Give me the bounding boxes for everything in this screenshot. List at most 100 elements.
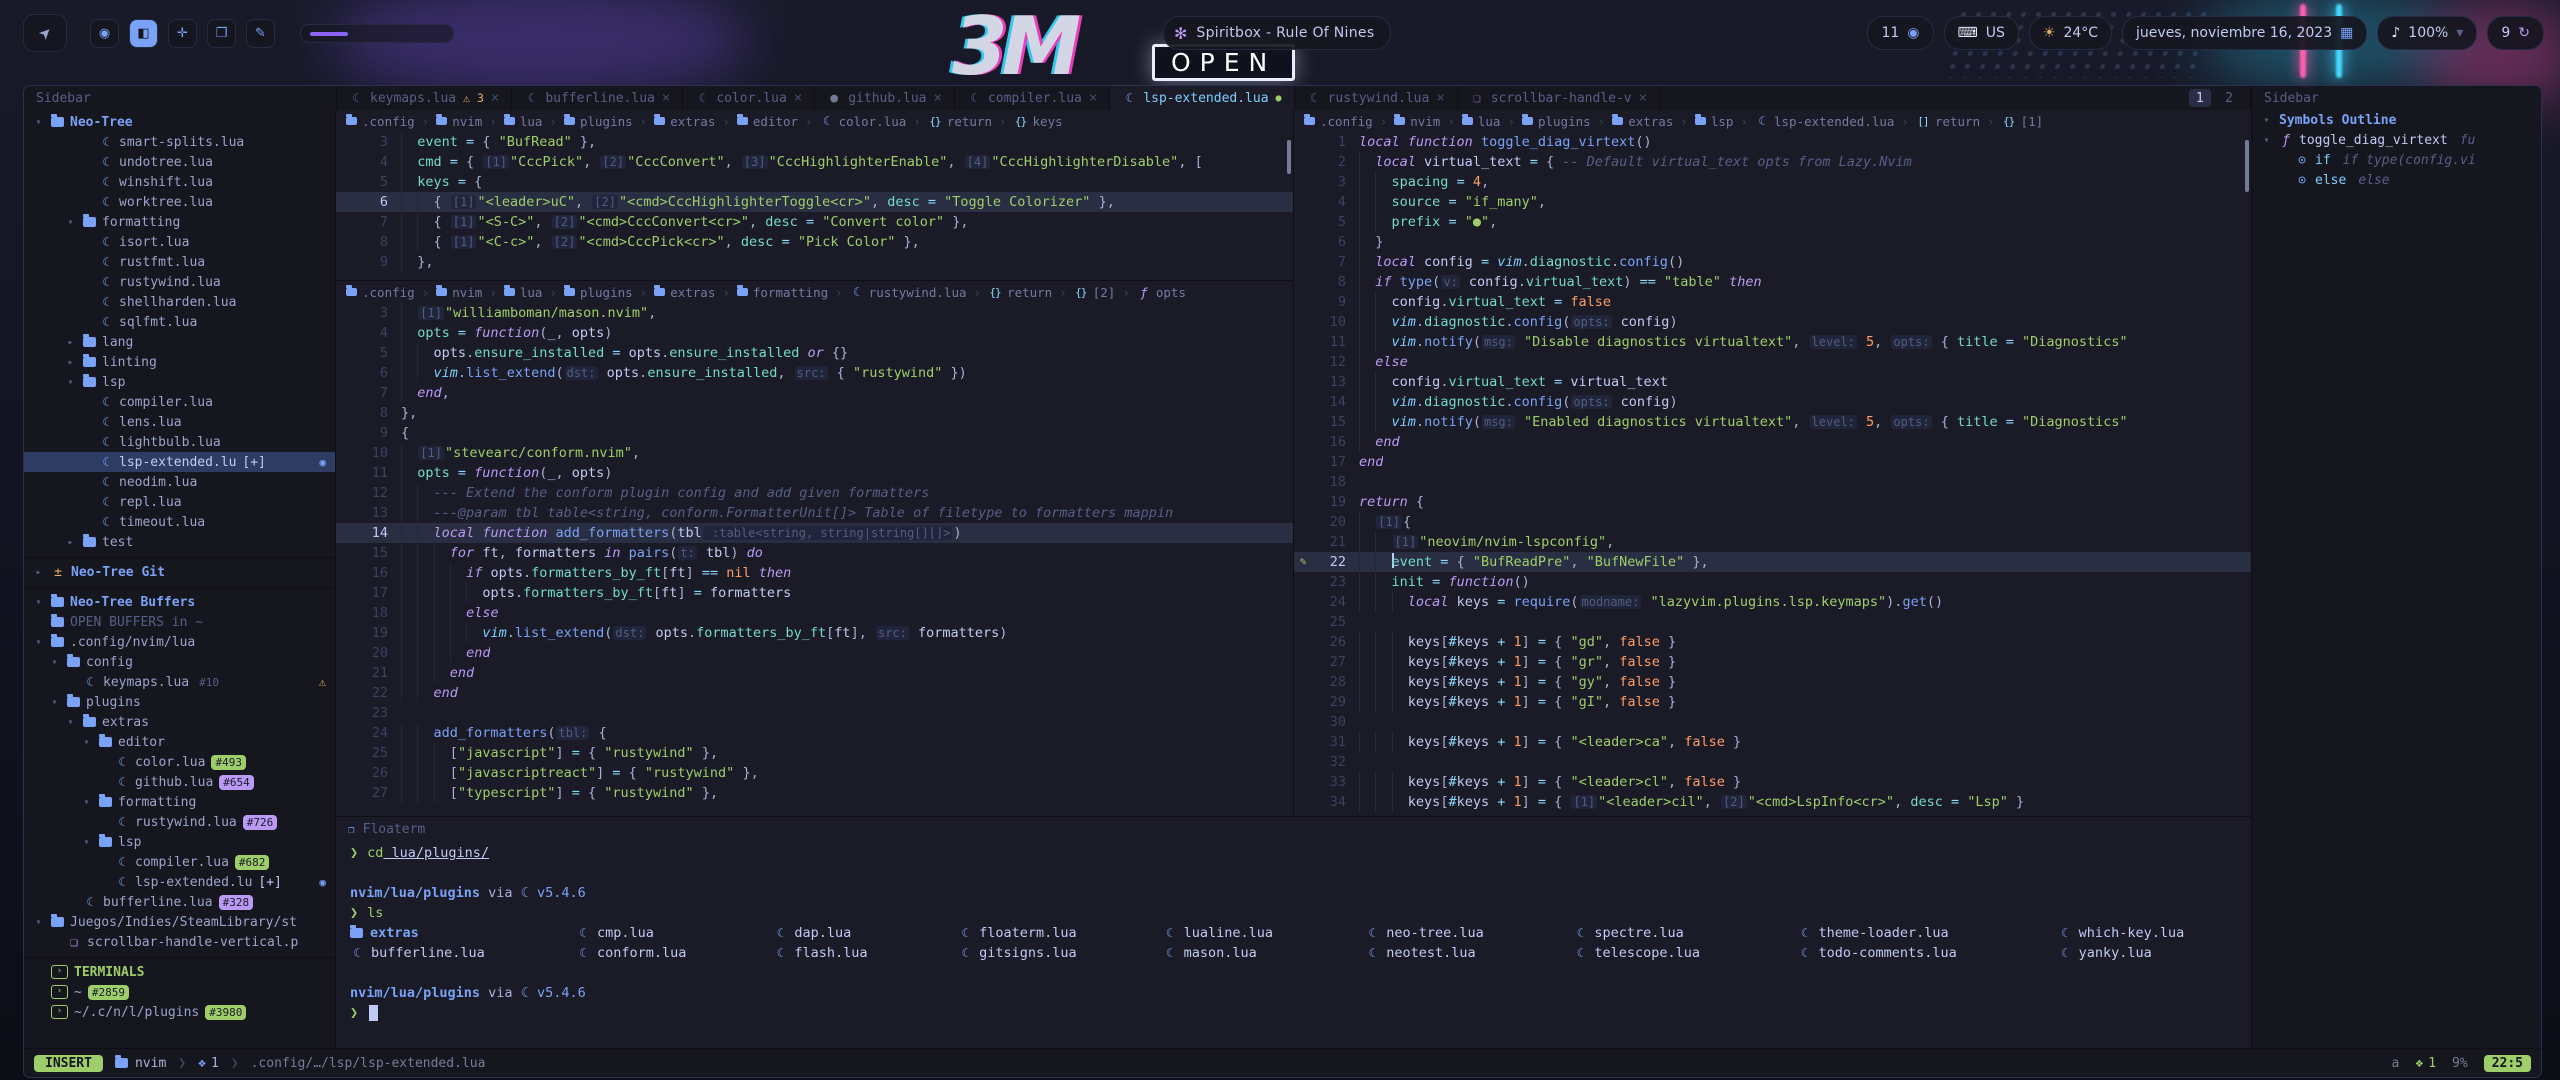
- breadcrumb-item[interactable]: lsp: [1695, 114, 1734, 129]
- breadcrumb-item[interactable]: nvim: [436, 285, 482, 300]
- editor-pane-lsp-extended[interactable]: .config›nvim›lua›plugins›extras›lsp›☾lsp…: [1294, 110, 2251, 816]
- tab-close-icon[interactable]: ×: [1639, 90, 1647, 106]
- tree-item[interactable]: ☾bufferline.lua#328: [24, 892, 335, 912]
- tree-item[interactable]: ☾winshift.lua: [24, 172, 335, 192]
- file-item[interactable]: ☾gitsigns.lua: [958, 943, 1162, 963]
- tree-item[interactable]: ☾smart-splits.lua: [24, 132, 335, 152]
- breadcrumb-item[interactable]: {}[2]: [1074, 285, 1116, 300]
- breadcrumb-item[interactable]: []return: [1916, 114, 1980, 129]
- tree-item[interactable]: ▸test: [24, 532, 335, 552]
- outline-header[interactable]: ▾ Symbols Outline: [2252, 110, 2541, 130]
- slider-thumb[interactable]: [310, 32, 348, 36]
- tree-item[interactable]: ☾compiler.lua: [24, 392, 335, 412]
- tree-item[interactable]: ▾editor: [24, 732, 335, 752]
- breadcrumb-item[interactable]: {}return: [928, 114, 992, 129]
- tree-item[interactable]: ▾.config/nvim/lua: [24, 632, 335, 652]
- tree-item[interactable]: ☾rustfmt.lua: [24, 252, 335, 272]
- breadcrumb-item[interactable]: .config: [346, 114, 415, 129]
- tabpage-2[interactable]: 2: [2218, 89, 2240, 107]
- tab-lsp-extended.lua[interactable]: ☾lsp-extended.lua●: [1110, 86, 1294, 110]
- tree-item[interactable]: ☾color.lua#493: [24, 752, 335, 772]
- tree-item[interactable]: ▸lang: [24, 332, 335, 352]
- neotree-header-git[interactable]: ▸±Neo-Tree Git: [24, 562, 335, 582]
- tab-close-icon[interactable]: ×: [794, 90, 802, 106]
- tree-item[interactable]: ▸linting: [24, 352, 335, 372]
- neotree-header-terminals[interactable]: ›TERMINALS: [24, 962, 335, 982]
- file-item[interactable]: ☾bufferline.lua: [350, 943, 576, 963]
- file-item[interactable]: ☾theme-loader.lua: [1798, 923, 2058, 943]
- windows-button[interactable]: ❐: [207, 19, 236, 48]
- date-widget[interactable]: jueves, noviembre 16, 2023 ▦: [2122, 16, 2367, 50]
- breadcrumb-item[interactable]: .config: [1304, 114, 1373, 129]
- breadcrumb-item[interactable]: formatting: [737, 285, 828, 300]
- tree-item[interactable]: ☾lsp-extended.lu[+]◉: [24, 452, 335, 472]
- tab-color.lua[interactable]: ☾color.lua×: [683, 86, 815, 110]
- scrollbar[interactable]: [1287, 140, 1291, 174]
- breadcrumb-item[interactable]: extras: [1612, 114, 1673, 129]
- tree-item[interactable]: ▾extras: [24, 712, 335, 732]
- layout-button[interactable]: ◧: [129, 19, 158, 48]
- tree-item[interactable]: ☾sqlfmt.lua: [24, 312, 335, 332]
- tree-item[interactable]: ☾rustywind.lua: [24, 272, 335, 292]
- file-item[interactable]: ☾neo-tree.lua: [1365, 923, 1573, 943]
- neotree-header-files[interactable]: ▾Neo-Tree: [24, 112, 335, 132]
- breadcrumb-item[interactable]: lua: [1462, 114, 1501, 129]
- tree-item[interactable]: OPEN BUFFERS in ~: [24, 612, 335, 632]
- breadcrumb-item[interactable]: ☾lsp-extended.lua: [1755, 114, 1894, 129]
- tab-scrollbar-handle-v[interactable]: ❏scrollbar-handle-v×: [1458, 86, 1660, 110]
- tree-item[interactable]: ❏scrollbar-handle-vertical.p: [24, 932, 335, 952]
- tree-item[interactable]: ☾lightbulb.lua: [24, 432, 335, 452]
- tab-keymaps.lua[interactable]: ☾keymaps.lua⚠ 3×: [337, 86, 512, 110]
- breadcrumb-item[interactable]: extras: [654, 285, 715, 300]
- scrollbar[interactable]: [2245, 140, 2249, 192]
- file-item[interactable]: ☾spectre.lua: [1573, 923, 1797, 943]
- breadcrumb-item[interactable]: {}keys: [1014, 114, 1063, 129]
- file-item[interactable]: ☾mason.lua: [1163, 943, 1366, 963]
- tree-item[interactable]: ›~/.c/n/l/plugins#3980: [24, 1002, 335, 1022]
- tree-item[interactable]: ›~#2859: [24, 982, 335, 1002]
- tree-item[interactable]: ☾rustywind.lua#726: [24, 812, 335, 832]
- breadcrumb-item[interactable]: editor: [737, 114, 798, 129]
- file-item[interactable]: ☾lualine.lua: [1163, 923, 1366, 943]
- breadcrumb-item[interactable]: .config: [346, 285, 415, 300]
- tree-item[interactable]: ▾formatting: [24, 212, 335, 232]
- breadcrumb-item[interactable]: plugins: [564, 285, 633, 300]
- tree-item[interactable]: ☾worktree.lua: [24, 192, 335, 212]
- breadcrumb-item[interactable]: extras: [654, 114, 715, 129]
- tree-item[interactable]: ☾compiler.lua#682: [24, 852, 335, 872]
- breadcrumb-item[interactable]: plugins: [564, 114, 633, 129]
- file-item[interactable]: ☾flash.lua: [773, 943, 958, 963]
- tab-close-icon[interactable]: ×: [491, 90, 499, 106]
- file-item[interactable]: ☾floaterm.lua: [958, 923, 1162, 943]
- tabpage-1[interactable]: 1: [2189, 89, 2211, 107]
- breadcrumb-item[interactable]: nvim: [436, 114, 482, 129]
- file-item[interactable]: extras: [350, 923, 576, 943]
- neotree-header-buffers[interactable]: ▾Neo-Tree Buffers: [24, 592, 335, 612]
- tab-bufferline.lua[interactable]: ☾bufferline.lua×: [512, 86, 683, 110]
- music-widget[interactable]: ✻ Spiritbox - Rule Of Nines: [1163, 16, 1391, 50]
- launcher-button[interactable]: ➤: [23, 14, 67, 52]
- tab-close-icon[interactable]: ×: [1089, 90, 1097, 106]
- taglist-slider[interactable]: [300, 24, 454, 43]
- temperature-widget[interactable]: ☀ 24°C: [2029, 16, 2112, 50]
- breadcrumb-item[interactable]: ☾rustywind.lua: [850, 285, 967, 300]
- tree-item[interactable]: ☾timeout.lua: [24, 512, 335, 532]
- file-item[interactable]: ☾todo-comments.lua: [1798, 943, 2058, 963]
- tree-item[interactable]: ☾lens.lua: [24, 412, 335, 432]
- file-item[interactable]: ☾cmp.lua: [576, 923, 773, 943]
- tree-item[interactable]: ☾keymaps.lua#10⚠: [24, 672, 335, 692]
- breadcrumb-item[interactable]: ƒopts: [1137, 285, 1186, 300]
- editor-pane-rustywind[interactable]: .config›nvim›lua›plugins›extras›formatti…: [336, 281, 1293, 816]
- tree-item[interactable]: ☾neodim.lua: [24, 472, 335, 492]
- keyboard-layout-widget[interactable]: ⌨ US: [1944, 16, 2019, 50]
- outline-item[interactable]: ▾ƒtoggle_diag_virtextfu: [2252, 130, 2541, 150]
- tree-item[interactable]: ▾plugins: [24, 692, 335, 712]
- split-button[interactable]: ✛: [168, 19, 197, 48]
- breadcrumb-item[interactable]: {}return: [988, 285, 1052, 300]
- tree-item[interactable]: ☾shellharden.lua: [24, 292, 335, 312]
- file-item[interactable]: ☾conform.lua: [576, 943, 773, 963]
- tree-item[interactable]: ▾Juegos/Indies/SteamLibrary/st: [24, 912, 335, 932]
- breadcrumb-item[interactable]: lua: [504, 285, 543, 300]
- tree-item[interactable]: ☾undotree.lua: [24, 152, 335, 172]
- breadcrumb-item[interactable]: ☾color.lua: [820, 114, 907, 129]
